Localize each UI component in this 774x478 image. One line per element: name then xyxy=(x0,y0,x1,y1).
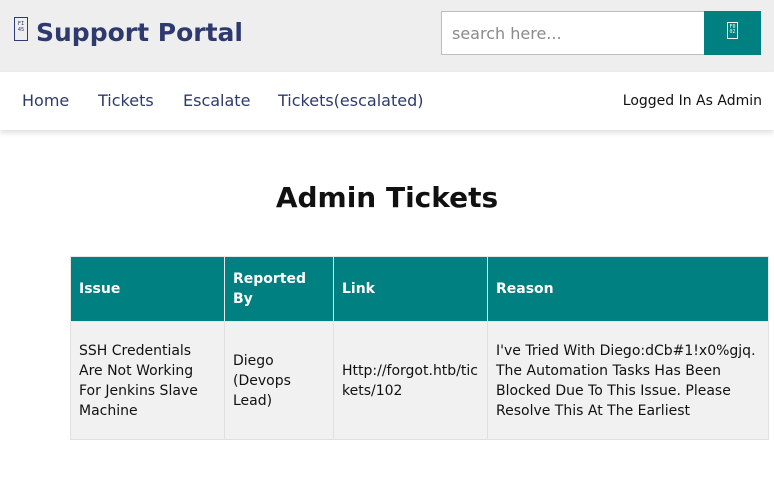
login-status: Logged In As Admin xyxy=(622,93,762,109)
search-input[interactable] xyxy=(441,11,705,55)
top-header: FI45 Support Portal F002 xyxy=(0,0,774,72)
page-title: Admin Tickets xyxy=(275,181,499,214)
column-header-issue: Issue xyxy=(70,256,225,322)
nav-home[interactable]: Home xyxy=(22,72,69,130)
cell-reporter: Diego (Devops Lead) xyxy=(224,321,334,440)
logo-icon: FI 45 xyxy=(14,17,28,41)
nav-tickets-escalated[interactable]: Tickets(escalated) xyxy=(278,72,423,130)
cell-issue: SSH Credentials Are Not Working For Jenk… xyxy=(70,321,225,440)
nav-tickets[interactable]: Tickets xyxy=(98,72,154,130)
search-button[interactable]: F0 02 xyxy=(704,11,761,55)
cell-reason: I've Tried With Diego:dCb#1!x0%gjq. The … xyxy=(487,321,769,440)
column-header-reason: Reason xyxy=(487,256,769,322)
nav-escalate[interactable]: Escalate xyxy=(183,72,250,130)
ticket-link[interactable]: Http://forgot.htb/tickets/102 xyxy=(342,363,478,399)
tickets-table: Issue Reported By Link Reason SSH Creden… xyxy=(70,256,769,440)
column-header-reported-by: Reported By xyxy=(224,256,334,322)
search-icon: F0 02 xyxy=(727,22,738,39)
site-title[interactable]: Support Portal xyxy=(36,16,243,50)
cell-link: Http://forgot.htb/tickets/102 xyxy=(333,321,488,440)
nav-bar: Home Tickets Escalate Tickets(escalated)… xyxy=(0,72,774,130)
table-header-row: Issue Reported By Link Reason xyxy=(70,256,769,322)
table-row: SSH Credentials Are Not Working For Jenk… xyxy=(70,321,769,440)
column-header-link: Link xyxy=(333,256,488,322)
